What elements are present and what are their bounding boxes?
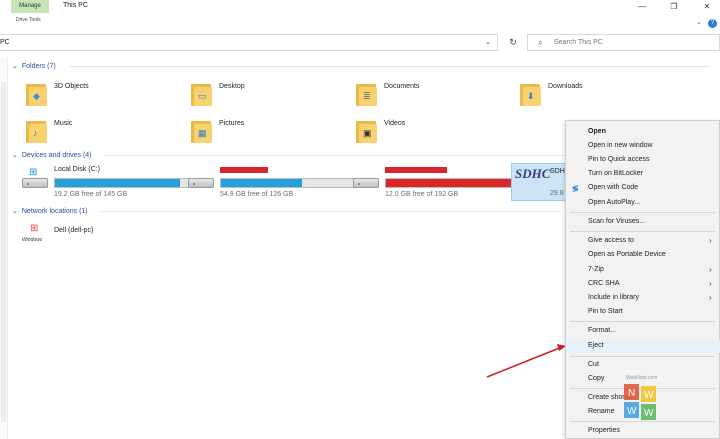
watermark-logo: N W W W xyxy=(624,384,656,420)
menu-separator xyxy=(570,321,715,322)
menu-item-7zip[interactable]: 7-Zip xyxy=(588,266,604,273)
svg-text:W: W xyxy=(644,408,654,419)
menu-separator xyxy=(570,231,715,232)
menu-item-properties[interactable]: Properties xyxy=(588,427,620,434)
menu-item-rename[interactable]: Rename xyxy=(588,408,614,415)
menu-item-include-library[interactable]: Include in library xyxy=(588,294,639,301)
menu-item-pin-start[interactable]: Pin to Start xyxy=(588,308,623,315)
menu-item-eject[interactable]: Eject xyxy=(588,342,604,349)
menu-item-scan-viruses[interactable]: Scan for Viruses... xyxy=(588,218,645,225)
menu-separator xyxy=(570,212,715,213)
menu-item-give-access[interactable]: Give access to xyxy=(588,237,634,244)
vscode-icon: ≶ xyxy=(572,184,579,193)
submenu-arrow-icon: › xyxy=(709,236,712,245)
menu-item-pin-quick-access[interactable]: Pin to Quick access xyxy=(588,156,649,163)
menu-item-copy[interactable]: Copy xyxy=(588,375,604,382)
submenu-arrow-icon: › xyxy=(709,265,712,274)
menu-item-autoplay[interactable]: Open AutoPlay... xyxy=(588,199,640,206)
menu-item-bitlocker[interactable]: Turn on BitLocker xyxy=(588,170,643,177)
watermark-text: WebNots.com xyxy=(626,375,658,381)
menu-item-cut[interactable]: Cut xyxy=(588,361,599,368)
svg-text:W: W xyxy=(627,406,637,417)
menu-separator xyxy=(570,356,715,357)
menu-item-crc-sha[interactable]: CRC SHA xyxy=(588,280,620,287)
svg-text:N: N xyxy=(628,388,635,399)
svg-text:W: W xyxy=(644,390,654,401)
menu-item-open-with-code[interactable]: Open with Code xyxy=(588,184,638,191)
submenu-arrow-icon: › xyxy=(709,279,712,288)
menu-item-portable-device[interactable]: Open as Portable Device xyxy=(588,251,666,258)
menu-item-open-new-window[interactable]: Open in new window xyxy=(588,142,653,149)
menu-item-format[interactable]: Format... xyxy=(588,327,616,334)
menu-item-open[interactable]: Open xyxy=(588,128,606,135)
submenu-arrow-icon: › xyxy=(709,293,712,302)
